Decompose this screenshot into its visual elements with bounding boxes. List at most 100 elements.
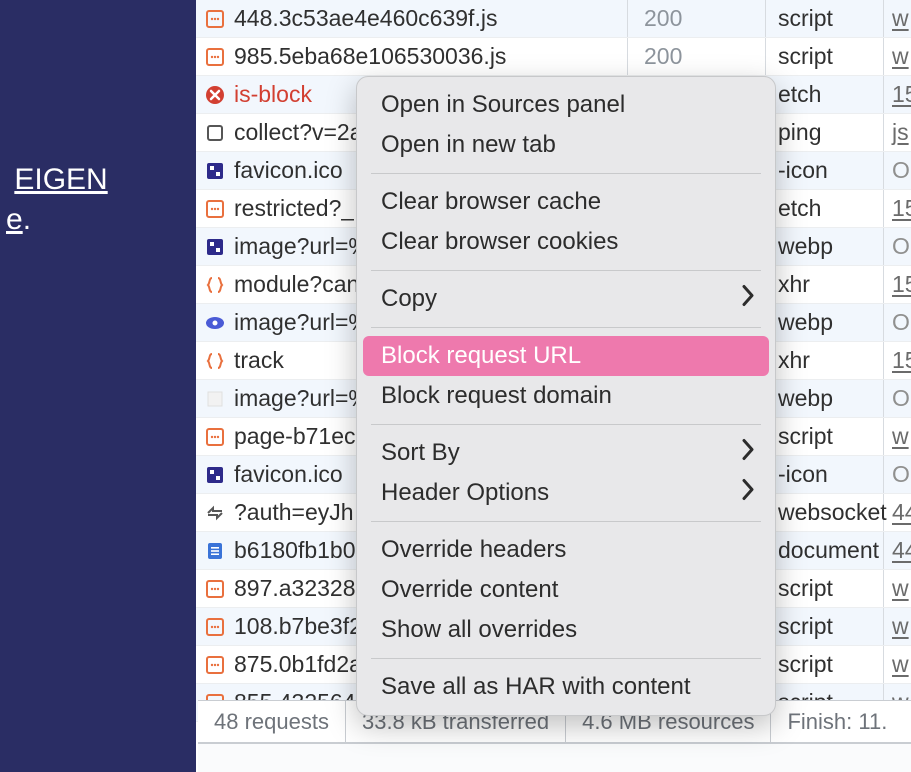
context-menu-item[interactable]: Override content [363,570,769,610]
request-name: 108.b7be3f2 [234,613,362,640]
initiator-text: O [892,309,910,336]
initiator-link[interactable]: w [892,5,909,32]
request-name: 875.0b1fd2a [234,651,362,678]
cell-initiator: 15 [884,190,911,227]
cell-type: webp [766,228,884,265]
cell-type: script [766,38,884,75]
table-row[interactable]: 985.5eba68e106530036.js 200 script w [196,38,911,76]
context-menu[interactable]: Open in Sources panel Open in new tab Clea… [356,76,776,716]
cell-type: webp [766,380,884,417]
cell-type: etch [766,76,884,113]
cell-initiator: w [884,38,911,75]
request-name: module?can [234,271,359,298]
context-menu-separator [371,327,761,328]
context-menu-item[interactable]: Show all overrides [363,610,769,650]
context-menu-label: Override headers [381,536,566,564]
cell-type: ping [766,114,884,151]
cell-initiator: 15 [884,342,911,379]
sidebar-text-suffix: . [23,203,31,236]
context-menu-label: Clear browser cookies [381,228,618,256]
context-menu-label: Show all overrides [381,616,577,644]
cell-type: -icon [766,456,884,493]
initiator-link[interactable]: w [892,613,909,640]
ws-icon [204,502,226,524]
cell-name[interactable]: 448.3c53ae4e460c639f.js [196,0,628,37]
cell-type: websocket [766,494,884,531]
request-name: 448.3c53ae4e460c639f.js [234,5,497,32]
initiator-link[interactable]: w [892,651,909,678]
context-menu-label: Save all as HAR with content [381,673,690,701]
request-name: page-b71ec [234,423,356,450]
cell-status: 200 [628,0,766,37]
initiator-text: O [892,233,910,260]
initiator-text: O [892,461,910,488]
initiator-link[interactable]: 15 [892,195,911,222]
context-menu-label: Header Options [381,479,549,507]
js-icon [204,198,226,220]
context-menu-item[interactable]: Block request domain [363,376,769,416]
context-menu-item[interactable]: Block request URL [363,336,769,376]
context-menu-item[interactable]: Copy [363,279,769,319]
initiator-text: O [892,157,910,184]
cell-initiator: 15 [884,76,911,113]
cell-initiator: w [884,646,911,683]
request-name: 985.5eba68e106530036.js [234,43,506,70]
footer-finish: Finish: 11. [771,701,903,742]
cell-type: script [766,570,884,607]
cell-initiator: w [884,418,911,455]
context-menu-item[interactable]: Header Options [363,473,769,513]
context-menu-separator [371,270,761,271]
table-row[interactable]: 448.3c53ae4e460c639f.js 200 script w [196,0,911,38]
panel-bottom-edge [198,742,911,772]
request-name: is-block [234,81,312,108]
context-menu-item[interactable]: Open in new tab [363,125,769,165]
blank-icon [204,388,226,410]
initiator-link[interactable]: w [892,423,909,450]
request-name: b6180fb1b0 [234,537,356,564]
request-name: image?url=% [234,309,369,336]
initiator-link[interactable]: 44 [892,537,911,564]
js-icon [204,426,226,448]
context-menu-item[interactable]: Clear browser cache [363,182,769,222]
request-name: track [234,347,284,374]
initiator-link[interactable]: js [892,119,909,146]
context-menu-item[interactable]: Override headers [363,530,769,570]
initiator-link[interactable]: 15 [892,347,911,374]
box-icon [204,122,226,144]
context-menu-label: Block request domain [381,382,612,410]
cell-type: script [766,0,884,37]
cell-initiator: 15 [884,266,911,303]
context-menu-label: Clear browser cache [381,188,601,216]
initiator-link[interactable]: 44 [892,499,911,526]
initiator-link[interactable]: 15 [892,81,911,108]
cell-name[interactable]: 985.5eba68e106530036.js [196,38,628,75]
initiator-link[interactable]: 15 [892,271,911,298]
cell-initiator: O [884,380,911,417]
initiator-link[interactable]: w [892,575,909,602]
context-menu-item[interactable]: Sort By [363,433,769,473]
chevron-right-icon [741,285,755,314]
context-menu-separator [371,521,761,522]
context-menu-item[interactable]: Open in Sources panel [363,85,769,125]
initiator-link[interactable]: w [892,43,909,70]
fav-icon [204,464,226,486]
footer-requests: 48 requests [198,701,346,742]
eye-icon [204,312,226,334]
request-name: favicon.ico [234,461,343,488]
context-menu-label: Open in Sources panel [381,91,625,119]
sidebar-link-e[interactable]: e [6,203,23,236]
cell-type: etch [766,190,884,227]
context-menu-label: Open in new tab [381,131,556,159]
context-menu-item[interactable]: Save all as HAR with content [363,667,769,707]
error-icon [204,84,226,106]
sidebar-link-eigen[interactable]: EIGEN [14,163,107,196]
cell-type: webp [766,304,884,341]
cell-type: script [766,418,884,455]
context-menu-item[interactable]: Clear browser cookies [363,222,769,262]
cell-initiator: O [884,228,911,265]
context-menu-separator [371,658,761,659]
cell-initiator: O [884,304,911,341]
chevron-right-icon [741,439,755,468]
request-name: restricted?_ [234,195,354,222]
js-icon [204,8,226,30]
